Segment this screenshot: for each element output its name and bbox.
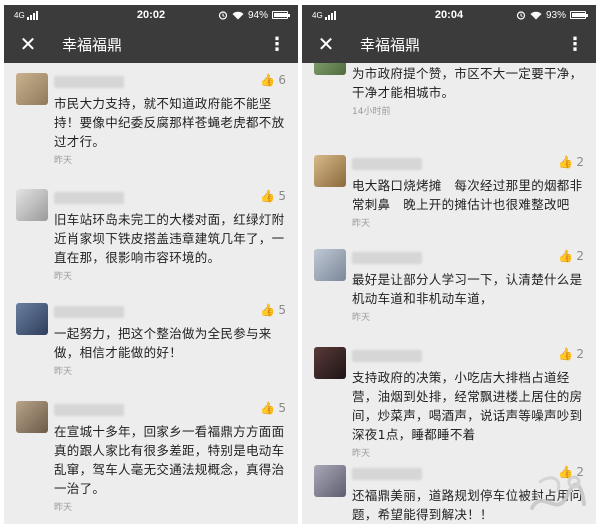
comment-list: 为市政府提个赞，市区不大一定要干净，干净才能相城市。 14小时前 👍 2 电大路口… [302,63,596,524]
like-count: 6 [278,73,286,87]
comment-item: 👍 2 电大路口烧烤摊 每次经过那里的烟都非常刺鼻 晚上开的摊估计也很难整改吧 昨… [302,155,596,229]
comment-item: 👍 5 旧车站环岛未完工的大楼对面，红绿灯附近肖家坝下铁皮搭盖违章建筑几年了，一直… [4,189,298,282]
like-count: 5 [278,189,286,203]
avatar[interactable] [16,401,48,433]
comment-time: 昨天 [54,503,73,513]
avatar[interactable] [314,465,346,497]
comment-text: 在宣城十多年，回家乡一看福鼎方方面面真的跟人家比有很多差距，特别是电动车乱窜，驾… [54,424,285,496]
network-type: 4G [312,10,323,20]
like-count: 2 [576,155,584,169]
battery-percent: 93% [545,9,566,21]
battery-fill [572,13,586,17]
comment-item: 👍 2 支持政府的决策，小吃店大排档占道经营，油烟到处排，经常飘进楼上居住的房间，… [302,347,596,459]
network-indicator: 4G [312,10,336,20]
commenter-name-blurred [54,306,124,318]
comment-time: 昨天 [54,367,73,377]
like-count: 2 [576,249,584,263]
avatar[interactable] [16,189,48,221]
comment-item: 👍 2 最好是让部分人学习一下，认清楚什么是机动车道和非机动车道， 昨天 [302,249,596,323]
comment-text: 电大路口烧烤摊 每次经过那里的烟都非常刺鼻 晚上开的摊估计也很难整改吧 [352,178,583,212]
avatar[interactable] [314,347,346,379]
comment-item: 👍 6 市民大力支持，就不知道政府能不能坚持！要像中纪委反腐那样苍蝇老虎都不放过才… [4,73,298,166]
network-type: 4G [14,10,25,20]
thumb-up-icon: 👍 [260,73,276,87]
commenter-name-blurred [54,192,124,204]
app-title: 幸福福鼎 [62,35,123,54]
phone-screen-right: 4G 20:04 93% ✕ 幸福福鼎 ⋮ 为市政府提个赞，市区不大一定要干净，… [302,5,596,524]
like-count: 2 [576,347,584,361]
app-bar: ✕ 幸福福鼎 ⋮ [4,25,298,63]
comment-text: 最好是让部分人学习一下，认清楚什么是机动车道和非机动车道， [352,272,583,306]
network-indicator: 4G [14,10,38,20]
close-icon[interactable]: ✕ [314,34,338,54]
comment-time: 14小时前 [352,107,391,117]
like-button[interactable]: 👍 2 [558,249,584,263]
like-button[interactable]: 👍 2 [558,347,584,361]
comment-text: 市民大力支持，就不知道政府能不能坚持！要像中纪委反腐那样苍蝇老虎都不放过才行。 [54,96,285,149]
alarm-icon [516,11,526,20]
phone-screen-left: 4G 20:02 94% ✕ 幸福福鼎 ⋮ 👍 6 市民大力支持，就不知道政府能不… [4,5,298,524]
avatar[interactable] [314,249,346,281]
commenter-name-blurred [352,468,422,480]
like-button[interactable]: 👍 5 [260,401,286,415]
comment-item: 👍 5 在宣城十多年，回家乡一看福鼎方方面面真的跟人家比有很多差距，特别是电动车乱… [4,401,298,513]
watermark-logo [530,475,586,510]
comment-time: 昨天 [352,313,371,323]
comment-list: 👍 6 市民大力支持，就不知道政府能不能坚持！要像中纪委反腐那样苍蝇老虎都不放过才… [4,63,298,524]
app-bar: ✕ 幸福福鼎 ⋮ [302,25,596,63]
thumb-up-icon: 👍 [558,347,574,361]
app-title: 幸福福鼎 [360,35,421,54]
commenter-name-blurred [54,404,124,416]
battery-fill [274,13,288,17]
more-vert-icon[interactable]: ⋮ [268,34,286,55]
comment-time: 昨天 [352,449,371,459]
commenter-name-blurred [54,76,124,88]
alarm-icon [218,11,228,20]
battery-percent: 94% [247,9,268,21]
status-bar: 4G 20:02 94% [4,5,298,25]
comment-text: 为市政府提个赞，市区不大一定要干净，干净才能相城市。 [352,66,583,100]
wifi-icon [232,11,244,19]
wifi-icon [530,11,542,19]
like-button[interactable]: 👍 5 [260,303,286,317]
comment-time: 昨天 [352,219,371,229]
comment-text: 支持政府的决策，小吃店大排档占道经营，油烟到处排，经常飘进楼上居住的房间，炒菜声… [352,370,583,442]
avatar[interactable] [16,73,48,105]
comment-time: 昨天 [54,156,73,166]
close-icon[interactable]: ✕ [16,34,40,54]
thumb-up-icon: 👍 [260,189,276,203]
thumb-up-icon: 👍 [558,155,574,169]
avatar[interactable] [16,303,48,335]
comment-item: 为市政府提个赞，市区不大一定要干净，干净才能相城市。 14小时前 [302,63,596,117]
signal-icon [324,10,336,20]
comment-item: 👍 5 一起努力，把这个整治做为全民参与来做，相信才能做的好！ 昨天 [4,303,298,377]
like-button[interactable]: 👍 5 [260,189,286,203]
commenter-name-blurred [352,158,422,170]
like-button[interactable]: 👍 6 [260,73,286,87]
like-count: 5 [278,401,286,415]
like-button[interactable]: 👍 2 [558,155,584,169]
status-bar: 4G 20:04 93% [302,5,596,25]
comment-time: 昨天 [54,272,73,282]
avatar[interactable] [314,155,346,187]
battery-icon [570,11,588,19]
like-count: 5 [278,303,286,317]
avatar[interactable] [314,63,346,75]
thumb-up-icon: 👍 [260,303,276,317]
more-vert-icon[interactable]: ⋮ [566,34,584,55]
battery-icon [272,11,290,19]
thumb-up-icon: 👍 [260,401,276,415]
commenter-name-blurred [352,252,422,264]
commenter-name-blurred [352,350,422,362]
comment-text: 旧车站环岛未完工的大楼对面，红绿灯附近肖家坝下铁皮搭盖违章建筑几年了，一直在那，… [54,212,285,265]
signal-icon [26,10,38,20]
comment-text: 一起努力，把这个整治做为全民参与来做，相信才能做的好！ [54,326,272,360]
thumb-up-icon: 👍 [558,249,574,263]
